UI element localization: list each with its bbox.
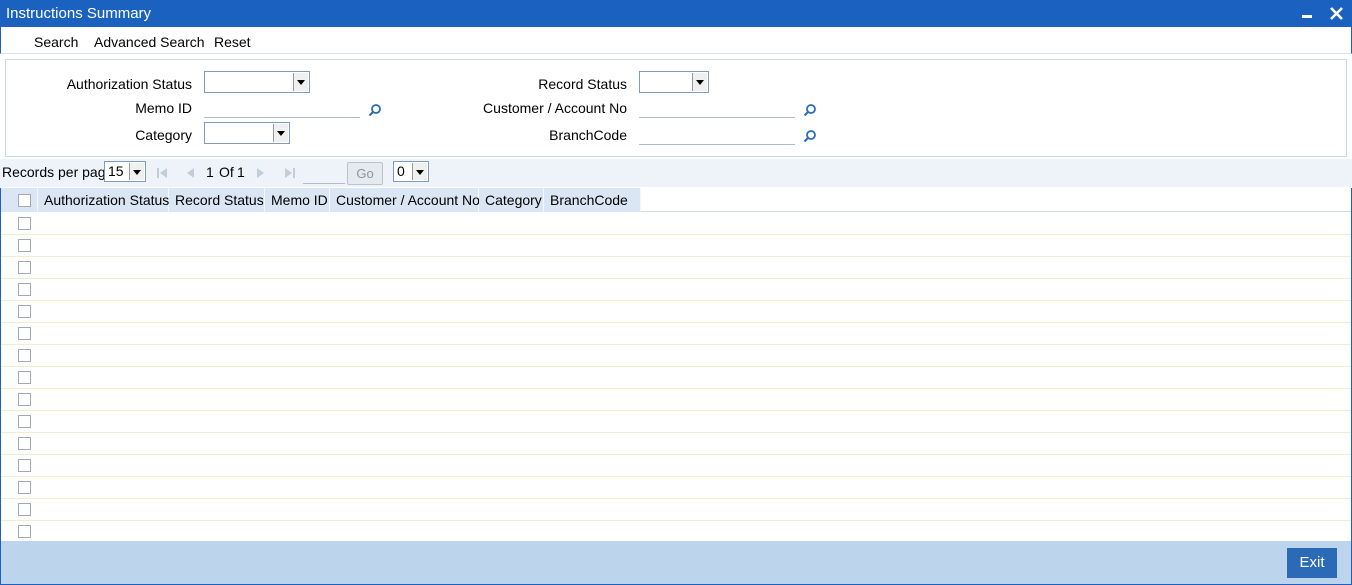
of-label: Of [219, 164, 234, 180]
next-page-icon[interactable] [256, 167, 266, 179]
select-all-cell [1, 188, 38, 212]
row-checkbox[interactable] [18, 393, 31, 406]
chevron-down-icon [129, 163, 144, 180]
column-header-category[interactable]: Category [479, 188, 544, 212]
previous-page-icon[interactable] [185, 167, 195, 179]
first-page-icon[interactable] [156, 167, 168, 179]
magnifier-icon[interactable] [803, 103, 817, 117]
row-checkbox[interactable] [18, 349, 31, 362]
minimize-icon[interactable] [1297, 3, 1317, 23]
row-checkbox[interactable] [18, 217, 31, 230]
table-row[interactable] [1, 279, 1351, 301]
row-checkbox[interactable] [18, 415, 31, 428]
table-row[interactable] [1, 301, 1351, 323]
row-checkbox[interactable] [18, 525, 31, 538]
category-label: Category [135, 127, 192, 143]
branch-code-label: BranchCode [549, 127, 627, 143]
page-select[interactable]: 0 [393, 161, 429, 182]
column-header-branch-code[interactable]: BranchCode [544, 188, 641, 212]
close-icon[interactable] [1327, 3, 1347, 23]
go-button[interactable]: Go [347, 162, 383, 185]
column-header-authorization-status[interactable]: Authorization Status [38, 188, 169, 212]
records-per-page-select[interactable]: 15 [104, 161, 146, 182]
magnifier-icon[interactable] [368, 103, 382, 117]
row-checkbox[interactable] [18, 503, 31, 516]
results-grid: Authorization Status Record Status Memo … [0, 188, 1352, 543]
table-row[interactable] [1, 455, 1351, 477]
window-title: Instructions Summary [6, 5, 152, 22]
advanced-search-menu-item[interactable]: Advanced Search [94, 34, 205, 50]
chevron-down-icon [273, 124, 288, 142]
branch-code-input[interactable] [639, 125, 795, 145]
table-row[interactable] [1, 411, 1351, 433]
exit-button[interactable]: Exit [1287, 548, 1337, 578]
table-row[interactable] [1, 499, 1351, 521]
column-header-memo-id[interactable]: Memo ID [265, 188, 330, 212]
current-page-number: 1 [206, 164, 214, 180]
table-row[interactable] [1, 477, 1351, 499]
table-row[interactable] [1, 367, 1351, 389]
category-select[interactable] [204, 122, 290, 144]
row-checkbox[interactable] [18, 327, 31, 340]
chevron-down-icon [412, 163, 427, 180]
footer-bar: Exit [0, 541, 1352, 585]
table-row[interactable] [1, 235, 1351, 257]
authorization-status-label: Authorization Status [66, 76, 192, 92]
row-checkbox[interactable] [18, 283, 31, 296]
select-all-checkbox[interactable] [18, 194, 31, 207]
table-row[interactable] [1, 433, 1351, 455]
total-pages: 1 [237, 164, 245, 180]
search-criteria-panel: Authorization Status Record Status Memo … [5, 59, 1347, 157]
row-checkbox[interactable] [18, 481, 31, 494]
row-checkbox[interactable] [18, 239, 31, 252]
row-checkbox[interactable] [18, 261, 31, 274]
goto-page-input[interactable] [303, 164, 345, 184]
customer-account-no-input[interactable] [639, 98, 795, 118]
page-select-value: 0 [397, 163, 405, 179]
customer-account-no-label: Customer / Account No [483, 100, 627, 116]
reset-menu-item[interactable]: Reset [214, 34, 251, 50]
memo-id-label: Memo ID [135, 100, 192, 116]
chevron-down-icon [692, 73, 707, 91]
row-checkbox[interactable] [18, 437, 31, 450]
grid-header: Authorization Status Record Status Memo … [1, 188, 1351, 212]
column-header-customer-account-no[interactable]: Customer / Account No [330, 188, 480, 212]
menu-bar: Search Advanced Search Reset [0, 27, 1352, 54]
title-bar: Instructions Summary [0, 0, 1352, 27]
search-menu-item[interactable]: Search [34, 34, 78, 50]
row-checkbox[interactable] [18, 371, 31, 384]
memo-id-input[interactable] [204, 98, 360, 118]
row-checkbox[interactable] [18, 459, 31, 472]
records-per-page-label: Records per page [2, 164, 114, 180]
table-row[interactable] [1, 345, 1351, 367]
table-row[interactable] [1, 213, 1351, 235]
chevron-down-icon [293, 73, 308, 91]
column-header-record-status[interactable]: Record Status [169, 188, 265, 212]
pagination-bar: Records per page 15 1 Of 1 Go 0 [0, 159, 1352, 187]
row-checkbox[interactable] [18, 305, 31, 318]
authorization-status-select[interactable] [204, 71, 310, 93]
record-status-select[interactable] [639, 71, 709, 93]
table-row[interactable] [1, 389, 1351, 411]
table-row[interactable] [1, 257, 1351, 279]
table-row[interactable] [1, 521, 1351, 543]
records-per-page-value: 15 [108, 163, 124, 179]
magnifier-icon[interactable] [803, 129, 817, 143]
table-row[interactable] [1, 323, 1351, 345]
record-status-label: Record Status [538, 76, 627, 92]
last-page-icon[interactable] [284, 167, 296, 179]
